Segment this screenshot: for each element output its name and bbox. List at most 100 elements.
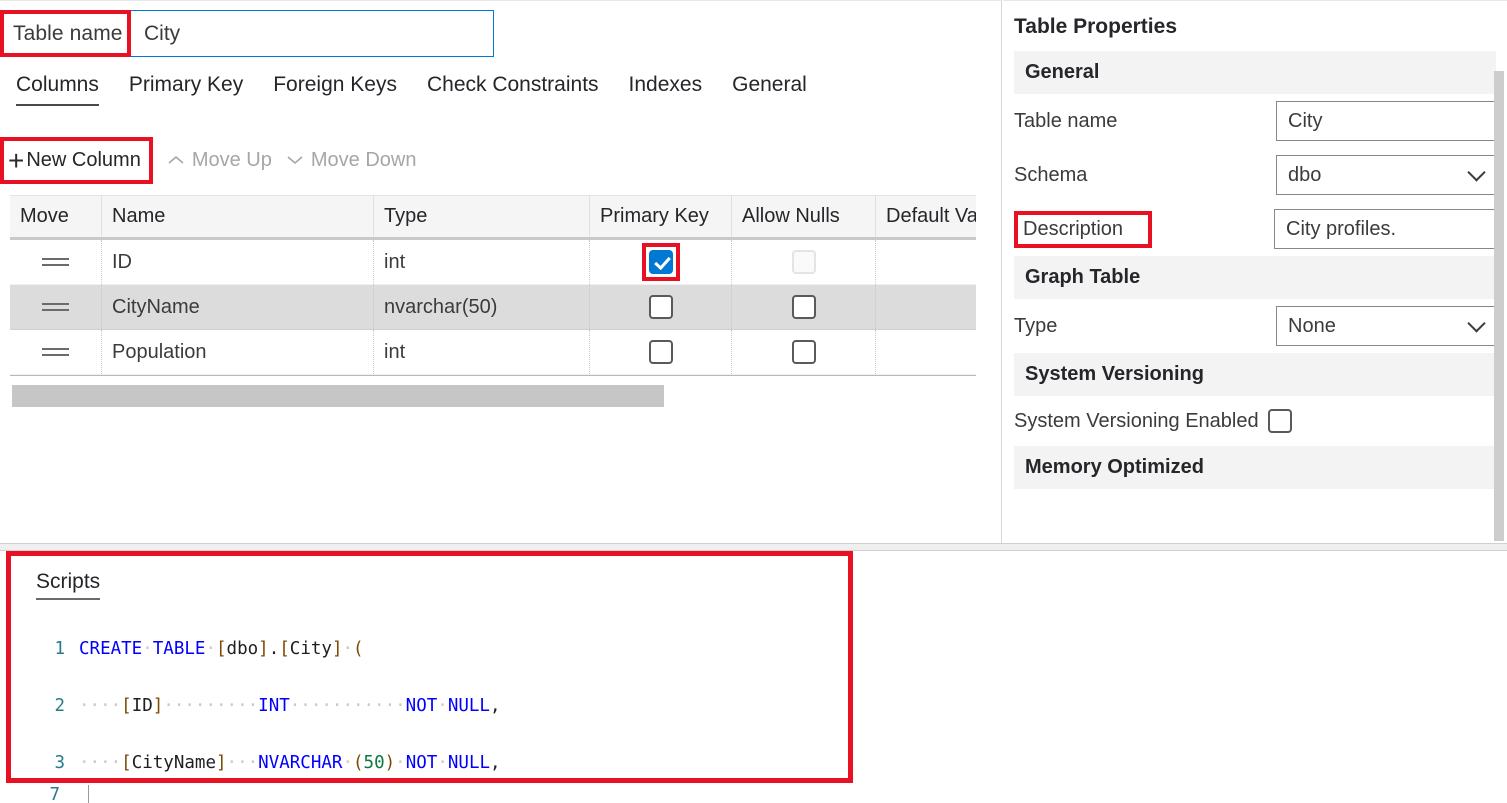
grid-header-move[interactable]: Move xyxy=(10,196,102,237)
row-type-cell[interactable]: int xyxy=(374,240,590,284)
chevron-down-icon xyxy=(1467,314,1485,332)
grid-header-allow-nulls[interactable]: Allow Nulls xyxy=(732,196,876,237)
line-number: 1 xyxy=(35,635,65,664)
property-system-versioning-label: System Versioning Enabled xyxy=(1014,410,1259,433)
property-graph-type-value: None xyxy=(1288,315,1336,338)
table-name-row: Table name City xyxy=(0,10,494,57)
row-primary-key-cell[interactable] xyxy=(590,240,732,284)
row-primary-key-cell[interactable] xyxy=(590,285,732,329)
property-graph-type: Type None xyxy=(1003,299,1507,353)
sql-code-editor[interactable]: 1CREATE·TABLE·[dbo].[City]·( 2····[ID]··… xyxy=(11,600,848,803)
move-up-label: Move Up xyxy=(192,149,272,172)
table-designer-window: Table name City Columns Primary Key Fore… xyxy=(0,0,1507,803)
grid-header-default-value[interactable]: Default Va xyxy=(876,196,976,237)
tab-indexes[interactable]: Indexes xyxy=(629,73,703,106)
property-schema-select[interactable]: dbo xyxy=(1276,155,1496,195)
row-drag-handle-icon[interactable] xyxy=(10,285,102,329)
primary-key-highlight xyxy=(642,243,680,281)
row-allow-nulls-cell xyxy=(732,240,876,284)
property-description: Description City profiles. xyxy=(1003,202,1507,256)
property-table-name: Table name City xyxy=(1003,94,1507,148)
table-name-input[interactable]: City xyxy=(131,10,494,57)
tab-foreign-keys[interactable]: Foreign Keys xyxy=(273,73,397,106)
move-up-button[interactable]: Move Up xyxy=(167,149,272,172)
row-default-value-cell[interactable] xyxy=(876,285,976,329)
properties-vertical-scrollbar-thumb[interactable] xyxy=(1494,71,1504,541)
property-system-versioning-enabled: System Versioning Enabled xyxy=(1003,396,1507,446)
tab-check-constraints[interactable]: Check Constraints xyxy=(427,73,599,106)
scripts-pane: Scripts 1CREATE·TABLE·[dbo].[City]·( 2··… xyxy=(0,551,1507,803)
grid-header-row: Move Name Type Primary Key Allow Nulls D… xyxy=(10,195,976,240)
allow-nulls-checkbox[interactable] xyxy=(792,295,816,319)
page-title: Table Properties xyxy=(1003,1,1507,51)
move-down-button[interactable]: Move Down xyxy=(286,149,417,172)
grid-bottom-divider xyxy=(10,375,976,376)
table-name-label: Table name xyxy=(13,22,123,46)
allow-nulls-checkbox[interactable] xyxy=(792,340,816,364)
chevron-down-icon xyxy=(1467,163,1485,181)
row-drag-handle-icon[interactable] xyxy=(10,330,102,374)
primary-key-checkbox[interactable] xyxy=(649,295,673,319)
row-allow-nulls-cell[interactable] xyxy=(732,285,876,329)
property-description-label: Description xyxy=(1023,218,1123,240)
new-column-button[interactable]: + New Column xyxy=(0,137,153,184)
grid-horizontal-scrollbar-thumb[interactable] xyxy=(12,385,664,407)
property-graph-type-select[interactable]: None xyxy=(1276,306,1496,346)
grid-header-primary-key[interactable]: Primary Key xyxy=(590,196,732,237)
scripts-tab-label[interactable]: Scripts xyxy=(11,556,100,600)
row-name-cell[interactable]: ID xyxy=(102,240,374,284)
property-table-name-input[interactable]: City xyxy=(1276,101,1496,141)
row-default-value-cell[interactable] xyxy=(876,330,976,374)
code-line-7[interactable]: 7 xyxy=(6,785,89,803)
primary-key-checkbox[interactable] xyxy=(649,250,673,274)
row-allow-nulls-cell[interactable] xyxy=(732,330,876,374)
table-row[interactable]: ID int xyxy=(10,240,976,285)
row-type-cell[interactable]: int xyxy=(374,330,590,374)
property-description-label-highlight: Description xyxy=(1014,211,1152,248)
row-primary-key-cell[interactable] xyxy=(590,330,732,374)
tab-general[interactable]: General xyxy=(732,73,807,106)
row-drag-handle-icon[interactable] xyxy=(10,240,102,284)
section-memory-optimized: Memory Optimized xyxy=(1014,446,1496,489)
line-number: 2 xyxy=(35,692,65,721)
new-column-label: New Column xyxy=(26,149,140,172)
text-caret xyxy=(88,785,89,803)
section-system-versioning: System Versioning xyxy=(1014,353,1496,396)
code-line: 1CREATE·TABLE·[dbo].[City]·( xyxy=(35,635,848,664)
property-table-name-label: Table name xyxy=(1014,110,1276,133)
code-line: 3····[CityName]···NVARCHAR·(50)·NOT·NULL… xyxy=(35,749,848,778)
property-schema-label: Schema xyxy=(1014,164,1276,187)
system-versioning-checkbox[interactable] xyxy=(1268,409,1292,433)
row-name-cell[interactable]: CityName xyxy=(102,285,374,329)
scripts-highlight-box: Scripts 1CREATE·TABLE·[dbo].[City]·( 2··… xyxy=(6,551,853,783)
table-row[interactable]: CityName nvarchar(50) xyxy=(10,285,976,330)
section-graph-table: Graph Table xyxy=(1014,256,1496,299)
table-name-label-highlight: Table name xyxy=(0,10,131,57)
table-properties-pane: Table Properties General Table name City… xyxy=(1003,0,1507,543)
grid-header-name[interactable]: Name xyxy=(102,196,374,237)
chevron-up-icon xyxy=(167,149,185,172)
columns-grid: Move Name Type Primary Key Allow Nulls D… xyxy=(10,195,976,376)
designer-pane: Table name City Columns Primary Key Fore… xyxy=(0,0,1002,543)
tab-primary-key[interactable]: Primary Key xyxy=(129,73,243,106)
property-schema: Schema dbo xyxy=(1003,148,1507,202)
line-number: 3 xyxy=(35,749,65,778)
chevron-down-icon xyxy=(286,149,304,172)
row-name-cell[interactable]: Population xyxy=(102,330,374,374)
primary-key-checkbox[interactable] xyxy=(649,340,673,364)
tab-columns[interactable]: Columns xyxy=(16,73,99,106)
grid-header-type[interactable]: Type xyxy=(374,196,590,237)
row-default-value-cell[interactable] xyxy=(876,240,976,284)
table-row[interactable]: Population int xyxy=(10,330,976,375)
grid-horizontal-scrollbar[interactable] xyxy=(10,385,976,407)
property-description-input[interactable]: City profiles. xyxy=(1274,209,1496,249)
property-graph-type-label: Type xyxy=(1014,315,1276,338)
code-line: 2····[ID]·········INT···········NOT·NULL… xyxy=(35,692,848,721)
columns-toolbar: + New Column Move Up Move Down xyxy=(0,137,416,184)
row-type-cell[interactable]: nvarchar(50) xyxy=(374,285,590,329)
horizontal-splitter[interactable] xyxy=(0,543,1507,551)
move-down-label: Move Down xyxy=(311,149,417,172)
property-schema-value: dbo xyxy=(1288,164,1321,187)
allow-nulls-checkbox xyxy=(792,250,816,274)
designer-tabs: Columns Primary Key Foreign Keys Check C… xyxy=(16,73,807,106)
